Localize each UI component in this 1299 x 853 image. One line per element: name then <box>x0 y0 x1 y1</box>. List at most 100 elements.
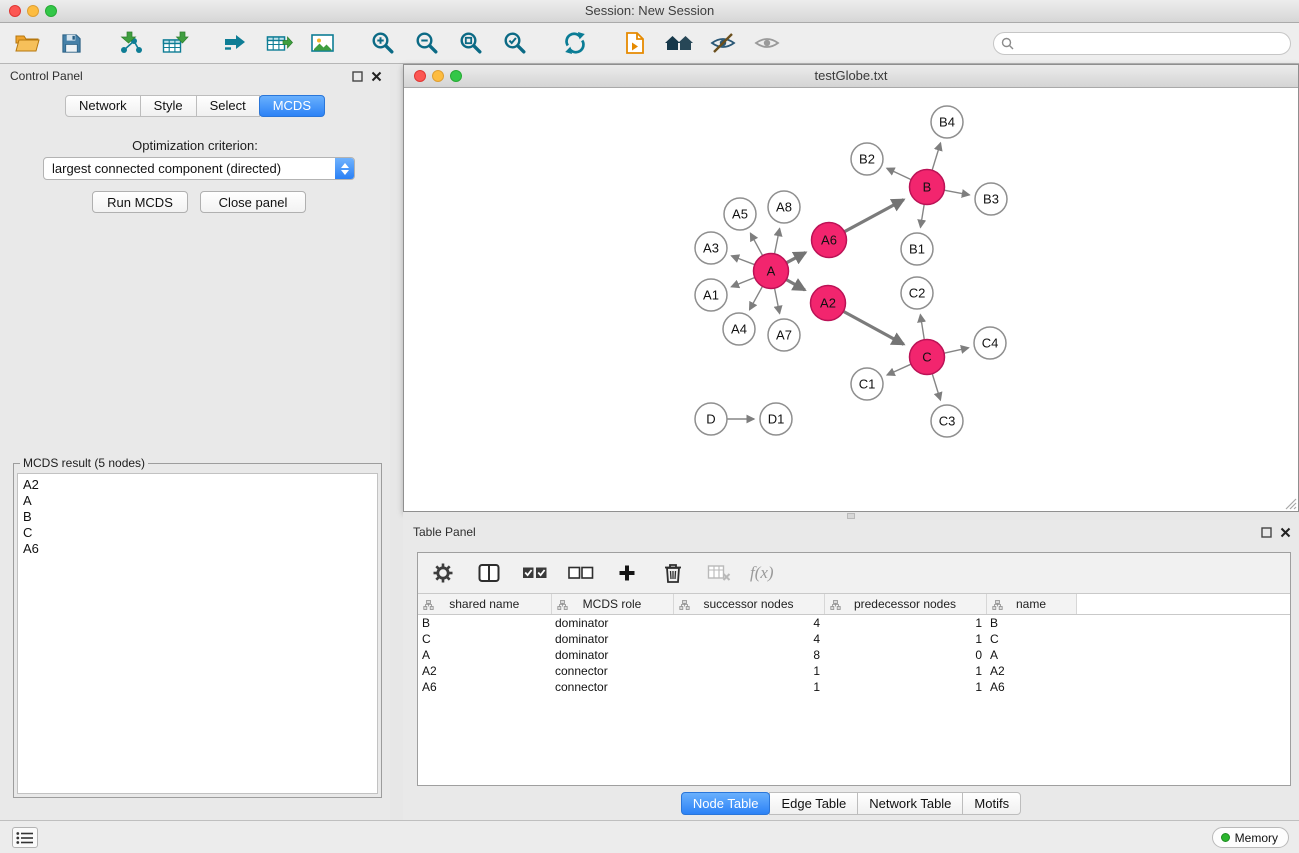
tab-style[interactable]: Style <box>140 95 197 117</box>
deselect-all-button[interactable] <box>566 558 596 588</box>
cell-shared-name[interactable]: A6 <box>418 679 551 695</box>
close-window-button[interactable] <box>9 5 21 17</box>
zoom-fit-button[interactable] <box>456 28 486 58</box>
graph-node-C4[interactable]: C4 <box>974 327 1006 359</box>
graph-edge-B-B3[interactable] <box>944 190 969 195</box>
cell-successor-nodes[interactable]: 8 <box>673 647 824 663</box>
cell-mcds-role[interactable]: connector <box>551 663 673 679</box>
cell-mcds-role[interactable]: connector <box>551 679 673 695</box>
close-panel-icon[interactable] <box>371 70 382 85</box>
horizontal-splitter[interactable] <box>403 512 1299 520</box>
add-column-button[interactable] <box>612 558 642 588</box>
cell-shared-name[interactable]: C <box>418 631 551 647</box>
run-mcds-button[interactable]: Run MCDS <box>92 191 188 213</box>
cell-predecessor-nodes[interactable]: 1 <box>824 631 986 647</box>
cell-successor-nodes[interactable]: 1 <box>673 663 824 679</box>
import-table-button[interactable] <box>160 28 190 58</box>
mcds-result-item[interactable]: A2 <box>23 477 372 493</box>
table-settings-button[interactable] <box>428 558 458 588</box>
graph-edge-A2-C[interactable] <box>843 311 903 344</box>
column-header-name[interactable]: name <box>986 594 1076 615</box>
graph-node-C3[interactable]: C3 <box>931 405 963 437</box>
cell-successor-nodes[interactable]: 4 <box>673 631 824 647</box>
column-header-successor-nodes[interactable]: successor nodes <box>673 594 824 615</box>
cell-predecessor-nodes[interactable]: 1 <box>824 663 986 679</box>
graph-edge-C-C4[interactable] <box>944 348 968 353</box>
graph-edge-C-C3[interactable] <box>932 374 940 400</box>
graph-node-A2[interactable]: A2 <box>811 286 846 321</box>
show-hide-graphics-button[interactable] <box>752 28 782 58</box>
graph-edge-B-B1[interactable] <box>921 204 925 227</box>
graph-edge-A-A7[interactable] <box>775 288 780 313</box>
cell-successor-nodes[interactable]: 4 <box>673 615 824 632</box>
graph-node-A8[interactable]: A8 <box>768 191 800 223</box>
graph-edge-C-C2[interactable] <box>920 315 924 340</box>
delete-table-button[interactable] <box>704 558 734 588</box>
tab-network-table[interactable]: Network Table <box>857 792 963 815</box>
open-recent-button[interactable] <box>620 28 650 58</box>
network-close-button[interactable] <box>414 70 426 82</box>
graph-node-C1[interactable]: C1 <box>851 368 883 400</box>
export-image-button[interactable] <box>308 28 338 58</box>
graph-node-D1[interactable]: D1 <box>760 403 792 435</box>
graph-edge-A-A5[interactable] <box>751 233 763 255</box>
network-window-titlebar[interactable]: testGlobe.txt <box>404 65 1298 88</box>
graph-node-A3[interactable]: A3 <box>695 232 727 264</box>
function-builder-button[interactable]: f(x) <box>750 563 774 583</box>
cell-mcds-role[interactable]: dominator <box>551 615 673 632</box>
mcds-result-item[interactable]: C <box>23 525 372 541</box>
vertical-splitter[interactable] <box>390 64 403 820</box>
graph-node-A[interactable]: A <box>754 254 789 289</box>
tab-motifs[interactable]: Motifs <box>962 792 1021 815</box>
graph-node-A5[interactable]: A5 <box>724 198 756 230</box>
graph-node-B4[interactable]: B4 <box>931 106 963 138</box>
graph-edge-C-C1[interactable] <box>887 364 911 375</box>
zoom-out-button[interactable] <box>412 28 442 58</box>
import-network-button[interactable] <box>116 28 146 58</box>
cell-name[interactable]: B <box>986 615 1076 632</box>
table-row[interactable]: B dominator 4 1 B <box>418 615 1290 632</box>
column-header-predecessor-nodes[interactable]: predecessor nodes <box>824 594 986 615</box>
cell-predecessor-nodes[interactable]: 1 <box>824 615 986 632</box>
search-input[interactable] <box>993 32 1291 55</box>
tab-edge-table[interactable]: Edge Table <box>769 792 858 815</box>
graph-edge-A-A4[interactable] <box>750 286 763 309</box>
graph-edge-A-A3[interactable] <box>732 256 755 265</box>
splitter-handle[interactable] <box>847 513 855 519</box>
export-network-button[interactable] <box>220 28 250 58</box>
mcds-result-list[interactable]: A2 A B C A6 <box>17 473 378 794</box>
export-table-button[interactable] <box>264 28 294 58</box>
zoom-window-button[interactable] <box>45 5 57 17</box>
graph-node-C2[interactable]: C2 <box>901 277 933 309</box>
graph-node-C[interactable]: C <box>910 340 945 375</box>
network-minimize-button[interactable] <box>432 70 444 82</box>
tab-mcds[interactable]: MCDS <box>259 95 325 117</box>
cell-successor-nodes[interactable]: 1 <box>673 679 824 695</box>
cell-shared-name[interactable]: A <box>418 647 551 663</box>
cell-name[interactable]: C <box>986 631 1076 647</box>
graph-node-B2[interactable]: B2 <box>851 143 883 175</box>
zoom-selected-button[interactable] <box>500 28 530 58</box>
refresh-layout-button[interactable] <box>560 28 590 58</box>
delete-column-button[interactable] <box>658 558 688 588</box>
minimize-window-button[interactable] <box>27 5 39 17</box>
table-row[interactable]: A6 connector 1 1 A6 <box>418 679 1290 695</box>
graph-node-A7[interactable]: A7 <box>768 319 800 351</box>
show-columns-button[interactable] <box>474 558 504 588</box>
close-panel-button[interactable]: Close panel <box>200 191 306 213</box>
tab-node-table[interactable]: Node Table <box>681 792 771 815</box>
float-panel-icon[interactable] <box>352 70 363 85</box>
toggle-graphics-details-button[interactable] <box>708 28 738 58</box>
cell-mcds-role[interactable]: dominator <box>551 647 673 663</box>
network-zoom-button[interactable] <box>450 70 462 82</box>
zoom-in-button[interactable] <box>368 28 398 58</box>
table-row[interactable]: C dominator 4 1 C <box>418 631 1290 647</box>
column-header-mcds-role[interactable]: MCDS role <box>551 594 673 615</box>
mcds-result-item[interactable]: B <box>23 509 372 525</box>
criterion-dropdown[interactable]: largest connected component (directed) <box>43 157 355 180</box>
graph-node-A6[interactable]: A6 <box>812 223 847 258</box>
cell-predecessor-nodes[interactable]: 0 <box>824 647 986 663</box>
select-all-button[interactable] <box>520 558 550 588</box>
cell-predecessor-nodes[interactable]: 1 <box>824 679 986 695</box>
cell-name[interactable]: A <box>986 647 1076 663</box>
